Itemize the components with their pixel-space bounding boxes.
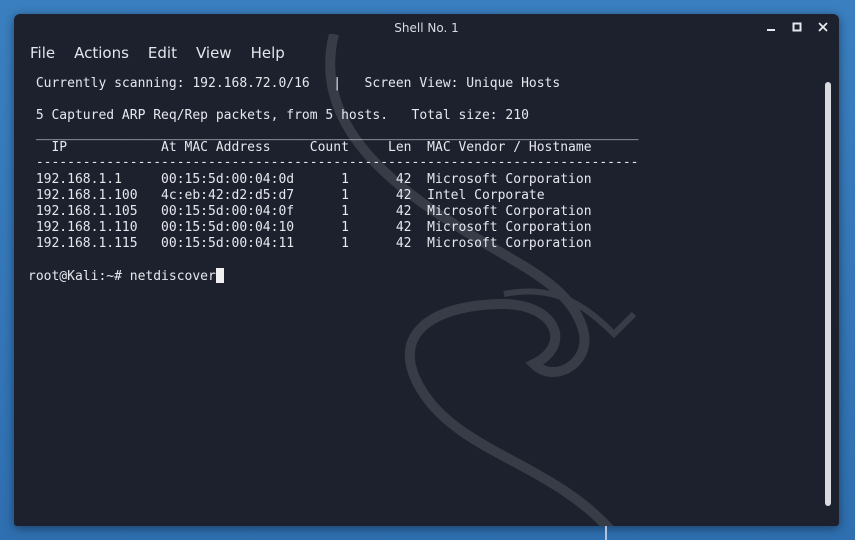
window-title: Shell No. 1 [394,21,459,35]
minimize-icon[interactable] [763,19,779,35]
menu-edit[interactable]: Edit [148,44,177,66]
title-bar[interactable]: Shell No. 1 [14,14,839,42]
menu-help[interactable]: Help [251,44,285,66]
menu-bar: File Actions Edit View Help [30,44,304,66]
table-rule-bottom: ----------------------------------------… [28,155,639,170]
table-header: IP At MAC Address Count Len MAC Vendor /… [28,140,592,155]
terminal-output[interactable]: Currently scanning: 192.168.72.0/16 | Sc… [14,76,826,526]
close-icon[interactable] [815,19,831,35]
desktop-divider [605,526,607,540]
menu-file[interactable]: File [30,44,55,66]
table-row: 192.168.1.110 00:15:5d:00:04:10 1 42 Mic… [28,220,592,235]
shell-prompt: root@Kali:~# netdiscover [28,269,216,284]
menu-actions[interactable]: Actions [74,44,129,66]
maximize-icon[interactable] [789,19,805,35]
menu-view[interactable]: View [196,44,232,66]
table-row: 192.168.1.100 4c:eb:42:d2:d5:d7 1 42 Int… [28,188,545,203]
vertical-scrollbar[interactable] [825,82,831,506]
text-cursor [215,268,224,283]
table-row: 192.168.1.115 00:15:5d:00:04:11 1 42 Mic… [28,236,592,251]
table-row: 192.168.1.105 00:15:5d:00:04:0f 1 42 Mic… [28,204,592,219]
shell-prompt-line: root@Kali:~# netdiscover [28,268,224,285]
table-row: 192.168.1.1 00:15:5d:00:04:0d 1 42 Micro… [28,172,592,187]
terminal-window: Shell No. 1 File Actions Edit View Help … [14,14,839,526]
packet-summary-line: 5 Captured ARP Req/Rep packets, from 5 h… [28,108,529,123]
scan-status-line: Currently scanning: 192.168.72.0/16 | Sc… [28,76,561,91]
